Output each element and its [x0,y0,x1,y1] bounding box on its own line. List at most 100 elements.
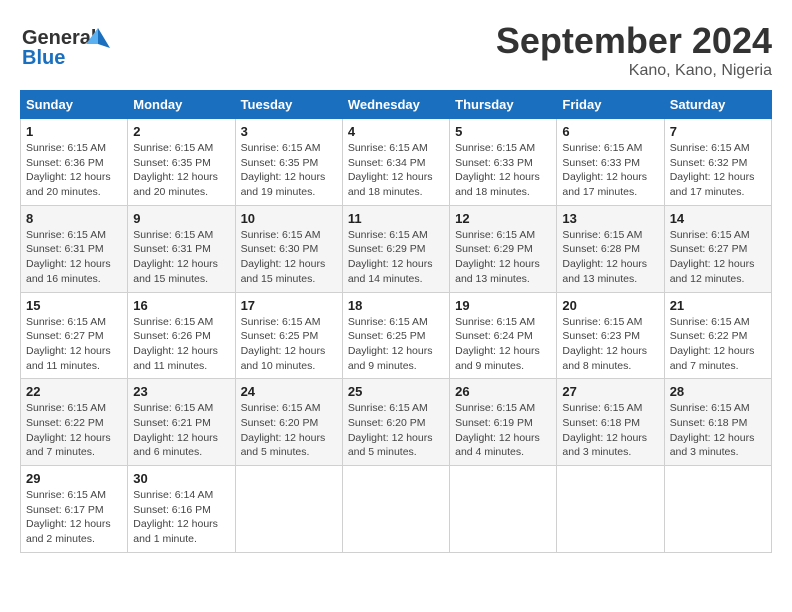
month-title: September 2024 [496,20,772,62]
calendar-week-row: 22 Sunrise: 6:15 AM Sunset: 6:22 PM Dayl… [21,379,772,466]
day-number: 15 [26,298,122,313]
calendar-cell [557,466,664,553]
calendar-cell: 14 Sunrise: 6:15 AM Sunset: 6:27 PM Dayl… [664,205,771,292]
calendar-cell: 19 Sunrise: 6:15 AM Sunset: 6:24 PM Dayl… [450,292,557,379]
day-number: 10 [241,211,337,226]
day-info: Sunrise: 6:15 AM Sunset: 6:30 PM Dayligh… [241,228,337,287]
calendar-cell: 21 Sunrise: 6:15 AM Sunset: 6:22 PM Dayl… [664,292,771,379]
day-number: 30 [133,471,229,486]
day-header-friday: Friday [557,91,664,119]
day-info: Sunrise: 6:15 AM Sunset: 6:36 PM Dayligh… [26,141,122,200]
calendar-cell: 20 Sunrise: 6:15 AM Sunset: 6:23 PM Dayl… [557,292,664,379]
day-number: 28 [670,384,766,399]
calendar-cell: 13 Sunrise: 6:15 AM Sunset: 6:28 PM Dayl… [557,205,664,292]
calendar-week-row: 29 Sunrise: 6:15 AM Sunset: 6:17 PM Dayl… [21,466,772,553]
calendar-cell [342,466,449,553]
day-info: Sunrise: 6:15 AM Sunset: 6:23 PM Dayligh… [562,315,658,374]
day-number: 27 [562,384,658,399]
day-info: Sunrise: 6:15 AM Sunset: 6:21 PM Dayligh… [133,401,229,460]
calendar-cell: 26 Sunrise: 6:15 AM Sunset: 6:19 PM Dayl… [450,379,557,466]
day-info: Sunrise: 6:15 AM Sunset: 6:22 PM Dayligh… [670,315,766,374]
calendar-table: SundayMondayTuesdayWednesdayThursdayFrid… [20,90,772,553]
logo: General Blue [20,20,110,75]
day-number: 8 [26,211,122,226]
day-info: Sunrise: 6:15 AM Sunset: 6:17 PM Dayligh… [26,488,122,547]
day-header-saturday: Saturday [664,91,771,119]
calendar-cell: 27 Sunrise: 6:15 AM Sunset: 6:18 PM Dayl… [557,379,664,466]
day-number: 4 [348,124,444,139]
calendar-cell: 24 Sunrise: 6:15 AM Sunset: 6:20 PM Dayl… [235,379,342,466]
day-number: 18 [348,298,444,313]
day-info: Sunrise: 6:15 AM Sunset: 6:25 PM Dayligh… [348,315,444,374]
day-number: 22 [26,384,122,399]
calendar-week-row: 8 Sunrise: 6:15 AM Sunset: 6:31 PM Dayli… [21,205,772,292]
calendar-cell: 29 Sunrise: 6:15 AM Sunset: 6:17 PM Dayl… [21,466,128,553]
calendar-cell: 1 Sunrise: 6:15 AM Sunset: 6:36 PM Dayli… [21,119,128,206]
day-info: Sunrise: 6:15 AM Sunset: 6:29 PM Dayligh… [348,228,444,287]
day-number: 24 [241,384,337,399]
day-number: 1 [26,124,122,139]
day-number: 12 [455,211,551,226]
day-info: Sunrise: 6:15 AM Sunset: 6:33 PM Dayligh… [455,141,551,200]
day-info: Sunrise: 6:15 AM Sunset: 6:29 PM Dayligh… [455,228,551,287]
day-number: 6 [562,124,658,139]
calendar-cell: 16 Sunrise: 6:15 AM Sunset: 6:26 PM Dayl… [128,292,235,379]
calendar-cell: 23 Sunrise: 6:15 AM Sunset: 6:21 PM Dayl… [128,379,235,466]
calendar-week-row: 15 Sunrise: 6:15 AM Sunset: 6:27 PM Dayl… [21,292,772,379]
day-number: 25 [348,384,444,399]
calendar-cell: 4 Sunrise: 6:15 AM Sunset: 6:34 PM Dayli… [342,119,449,206]
day-info: Sunrise: 6:15 AM Sunset: 6:20 PM Dayligh… [348,401,444,460]
day-number: 2 [133,124,229,139]
day-header-wednesday: Wednesday [342,91,449,119]
day-info: Sunrise: 6:15 AM Sunset: 6:20 PM Dayligh… [241,401,337,460]
calendar-cell: 10 Sunrise: 6:15 AM Sunset: 6:30 PM Dayl… [235,205,342,292]
day-number: 23 [133,384,229,399]
calendar-week-row: 1 Sunrise: 6:15 AM Sunset: 6:36 PM Dayli… [21,119,772,206]
calendar-cell: 9 Sunrise: 6:15 AM Sunset: 6:31 PM Dayli… [128,205,235,292]
title-block: September 2024 Kano, Kano, Nigeria [496,20,772,80]
day-info: Sunrise: 6:15 AM Sunset: 6:18 PM Dayligh… [562,401,658,460]
day-info: Sunrise: 6:15 AM Sunset: 6:28 PM Dayligh… [562,228,658,287]
day-number: 26 [455,384,551,399]
day-info: Sunrise: 6:15 AM Sunset: 6:27 PM Dayligh… [670,228,766,287]
calendar-cell: 7 Sunrise: 6:15 AM Sunset: 6:32 PM Dayli… [664,119,771,206]
calendar-cell: 12 Sunrise: 6:15 AM Sunset: 6:29 PM Dayl… [450,205,557,292]
calendar-cell: 17 Sunrise: 6:15 AM Sunset: 6:25 PM Dayl… [235,292,342,379]
location: Kano, Kano, Nigeria [496,62,772,80]
calendar-cell: 15 Sunrise: 6:15 AM Sunset: 6:27 PM Dayl… [21,292,128,379]
day-number: 21 [670,298,766,313]
day-info: Sunrise: 6:15 AM Sunset: 6:24 PM Dayligh… [455,315,551,374]
svg-text:General: General [22,27,96,49]
day-info: Sunrise: 6:14 AM Sunset: 6:16 PM Dayligh… [133,488,229,547]
day-number: 11 [348,211,444,226]
day-info: Sunrise: 6:15 AM Sunset: 6:35 PM Dayligh… [133,141,229,200]
calendar-cell: 30 Sunrise: 6:14 AM Sunset: 6:16 PM Dayl… [128,466,235,553]
day-info: Sunrise: 6:15 AM Sunset: 6:32 PM Dayligh… [670,141,766,200]
calendar-cell [450,466,557,553]
day-info: Sunrise: 6:15 AM Sunset: 6:31 PM Dayligh… [26,228,122,287]
day-number: 20 [562,298,658,313]
day-number: 19 [455,298,551,313]
day-info: Sunrise: 6:15 AM Sunset: 6:33 PM Dayligh… [562,141,658,200]
day-header-monday: Monday [128,91,235,119]
day-info: Sunrise: 6:15 AM Sunset: 6:31 PM Dayligh… [133,228,229,287]
day-number: 14 [670,211,766,226]
day-info: Sunrise: 6:15 AM Sunset: 6:22 PM Dayligh… [26,401,122,460]
calendar-cell: 18 Sunrise: 6:15 AM Sunset: 6:25 PM Dayl… [342,292,449,379]
day-info: Sunrise: 6:15 AM Sunset: 6:18 PM Dayligh… [670,401,766,460]
day-info: Sunrise: 6:15 AM Sunset: 6:25 PM Dayligh… [241,315,337,374]
calendar-cell: 3 Sunrise: 6:15 AM Sunset: 6:35 PM Dayli… [235,119,342,206]
calendar-cell: 22 Sunrise: 6:15 AM Sunset: 6:22 PM Dayl… [21,379,128,466]
day-number: 3 [241,124,337,139]
calendar-cell: 5 Sunrise: 6:15 AM Sunset: 6:33 PM Dayli… [450,119,557,206]
day-number: 13 [562,211,658,226]
day-info: Sunrise: 6:15 AM Sunset: 6:26 PM Dayligh… [133,315,229,374]
svg-text:Blue: Blue [22,47,65,69]
day-number: 17 [241,298,337,313]
day-number: 7 [670,124,766,139]
calendar-cell: 28 Sunrise: 6:15 AM Sunset: 6:18 PM Dayl… [664,379,771,466]
day-number: 5 [455,124,551,139]
day-number: 29 [26,471,122,486]
page-header: General Blue September 2024 Kano, Kano, … [20,20,772,80]
day-number: 16 [133,298,229,313]
